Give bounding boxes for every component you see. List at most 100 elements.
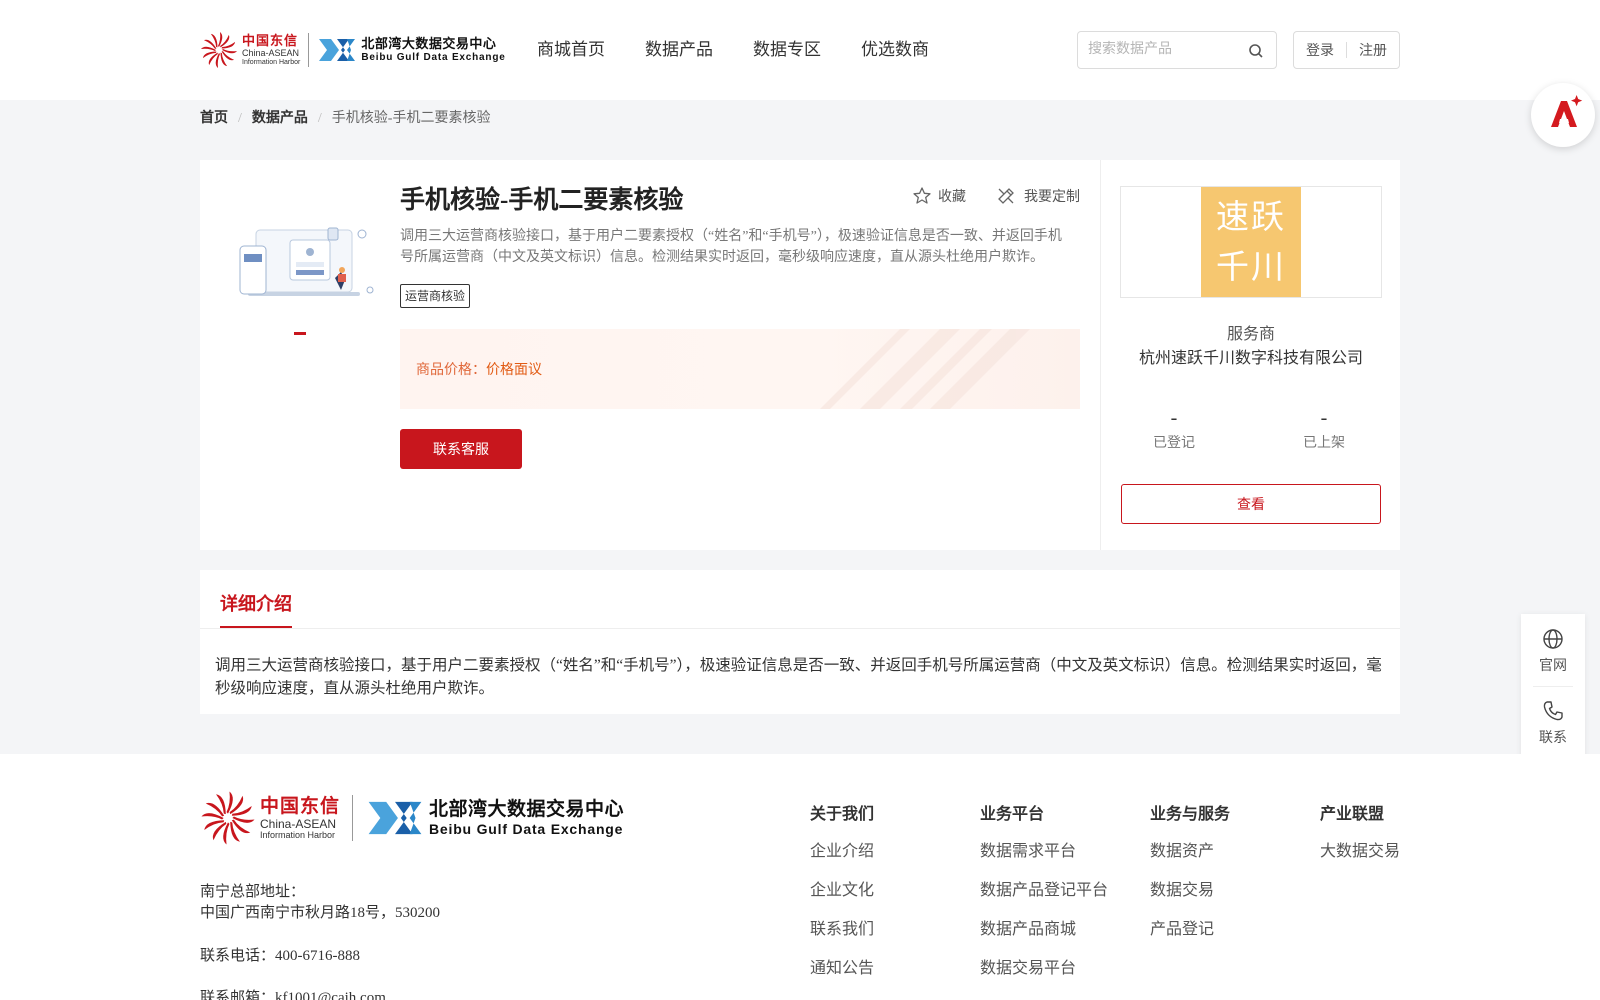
register-link[interactable]: 注册 [1347,40,1399,60]
footer-link[interactable]: 数据产品商城 [980,920,1108,940]
card-divider [1100,160,1101,550]
footer-link[interactable]: 通知公告 [810,959,874,979]
favorite-label: 收藏 [938,190,966,205]
beibu-gulf-logo-icon [368,801,422,835]
beibu-gulf-logo-icon [319,39,356,61]
footer-link[interactable]: 数据交易 [1150,881,1230,901]
footer-link[interactable]: 数据需求平台 [980,842,1108,862]
search-icon[interactable] [1248,43,1264,59]
registered-label: 已登记 [1153,436,1195,451]
price-value: 价格面议 [486,363,542,378]
breadcrumb: 首页 / 数据产品 / 手机核验-手机二要素核验 [200,109,490,129]
footer-logo-cn-en1: China-ASEAN [260,816,337,831]
tab-divider [200,628,1400,629]
product-card: 手机核验-手机二要素核验 收藏 我要定制 调用三大运营商核验接口，基于用户二要素… [200,160,1400,550]
assistant-logo-icon [1551,95,1583,127]
logo-cn-en1: China-ASEAN [242,48,300,58]
footer-logo-bbg-en: Beibu Gulf Data Exchange [429,821,624,837]
site-header: 中国东信 China-ASEAN Information Harbor 北部湾大… [0,0,1600,100]
side-contact[interactable]: 联系 [1521,700,1585,747]
detail-text: 调用三大运营商核验接口，基于用户二要素授权（“姓名”和“手机号”），极速验证信息… [215,657,1382,697]
breadcrumb-separator: / [238,111,242,126]
price-box: 商品价格：价格面议 [400,329,1080,409]
favorite-button[interactable]: 收藏 [912,186,966,206]
search-box [1077,31,1277,69]
side-website-label: 官网 [1539,659,1567,674]
product-tag: 运营商核验 [400,284,471,308]
nav-data-products[interactable]: 数据产品 [645,38,713,62]
side-divider [1533,686,1573,687]
listed-label: 已上架 [1303,436,1345,451]
footer-china-asean-wordmark: 中国东信 China-ASEAN Information Harbor [260,797,340,840]
tab-detail[interactable]: 详细介绍 [220,590,292,616]
footer-address-label: 南宁总部地址： [200,884,306,900]
vendor-logo[interactable]: 速跃 千川 [1201,187,1301,297]
footer-col-title: 产业联盟 [1320,806,1385,823]
price-label: 商品价格： [416,363,486,378]
product-thumbnail[interactable] [230,220,380,304]
customize-icon [998,188,1014,204]
breadcrumb-current: 手机核验-手机二要素核验 [331,111,491,126]
side-toolbar: 官网 联系 [1521,614,1585,760]
footer-col-about: 关于我们 企业介绍 企业文化 联系我们 通知公告 [810,800,874,998]
footer-link[interactable]: 企业介绍 [810,842,874,862]
footer-address-value: 中国广西南宁市秋月路18号，530200 [200,905,441,921]
breadcrumb-home[interactable]: 首页 [200,111,228,126]
footer-logo: 中国东信 China-ASEAN Information Harbor 北部湾大… [200,790,624,846]
assistant-fab[interactable] [1531,83,1595,147]
side-contact-label: 联系 [1539,731,1567,746]
nav-data-zones[interactable]: 数据专区 [753,38,821,62]
vendor-logo-line2: 千川 [1216,250,1286,286]
vendor-name: 杭州速跃千川数字科技有限公司 [1138,350,1363,367]
logo-cn-en2: Information Harbor [242,59,301,66]
footer-link[interactable]: 产品登记 [1150,920,1230,940]
listed-value: - [1320,407,1328,429]
footer-phone: 联系电话：400-6716-888 [200,948,360,964]
footer-link[interactable]: 联系我们 [810,920,874,940]
footer-col-services: 业务与服务 数据资产 数据交易 产品登记 [1150,800,1230,959]
beibu-gulf-wordmark: 北部湾大数据交易中心 Beibu Gulf Data Exchange [361,37,505,63]
footer-link[interactable]: 数据交易平台 [980,959,1108,979]
site-logo[interactable]: 中国东信 China-ASEAN Information Harbor 北部湾大… [200,28,506,72]
footer-link[interactable]: 数据资产 [1150,842,1230,862]
china-asean-logo-icon [201,32,237,68]
product-price: 商品价格：价格面议 [416,359,542,379]
view-vendor-button[interactable]: 查看 [1121,484,1381,524]
detail-section: 详细介绍 调用三大运营商核验接口，基于用户二要素授权（“姓名”和“手机号”），极… [200,570,1400,714]
breadcrumb-separator: / [317,111,322,126]
registered-value: - [1170,407,1178,429]
globe-icon [1543,629,1563,649]
nav-mall-home[interactable]: 商城首页 [537,38,605,62]
logo-divider [308,33,310,67]
product-description: 调用三大运营商核验接口，基于用户二要素授权（“姓名”和“手机号”），极速验证信息… [400,229,1062,265]
footer-link[interactable]: 企业文化 [810,881,874,901]
side-website[interactable]: 官网 [1521,628,1585,675]
footer-col-title: 关于我们 [810,806,875,823]
search-input[interactable] [1078,32,1238,68]
customize-button[interactable]: 我要定制 [996,186,1080,206]
vendor-registered-stat: - 已登记 [1114,406,1234,452]
thumbnail-pager-indicator[interactable] [294,332,306,335]
star-icon [913,187,931,204]
footer-link[interactable]: 数据产品登记平台 [980,881,1108,901]
vendor-label: 服务商 [1226,326,1275,343]
footer-logo-cn-main: 中国东信 [260,795,341,817]
contact-support-button[interactable]: 联系客服 [400,429,522,469]
breadcrumb-data-products[interactable]: 数据产品 [252,111,308,126]
footer-link[interactable]: 大数据交易 [1320,842,1400,862]
logo-cn-main: 中国东信 [242,33,299,48]
site-footer: 中国东信 China-ASEAN Information Harbor 北部湾大… [0,754,1600,1000]
price-box-decoration [820,329,1030,409]
footer-logo-cn-en2: Information Harbor [260,829,336,840]
vendor-logo-line1: 速跃 [1216,200,1286,236]
vendor-listed-stat: - 已上架 [1264,406,1384,452]
auth-box: 登录 注册 [1293,31,1400,69]
china-asean-logo-icon [201,791,255,845]
nav-preferred-vendors[interactable]: 优选数商 [861,38,929,62]
footer-col-title: 业务平台 [980,806,1045,823]
phone-icon [1543,701,1563,721]
login-link[interactable]: 登录 [1294,40,1346,60]
customize-label: 我要定制 [1024,190,1080,205]
footer-logo-bbg-cn: 北部湾大数据交易中心 [429,799,625,820]
footer-logo-divider [352,795,354,841]
